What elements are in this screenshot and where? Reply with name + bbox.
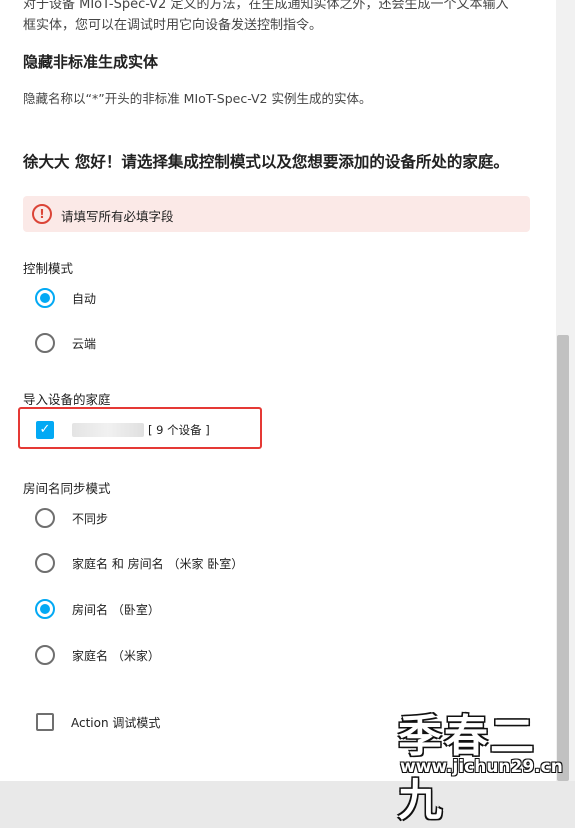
- checkbox-checked[interactable]: ✓: [36, 421, 54, 439]
- config-dialog: 对于设备 MIoT-Spec-V2 定义的方法，在生成通知实体之外，还会生成一个…: [0, 0, 556, 781]
- control-mode-option-cloud[interactable]: 云端: [35, 331, 96, 355]
- hide-section-title: 隐藏非标准生成实体: [23, 53, 159, 71]
- hide-section-description: 隐藏名称以“*”开头的非标准 MIoT-Spec-V2 实例生成的实体。: [23, 91, 372, 106]
- room-sync-option-home[interactable]: 家庭名 （米家）: [35, 643, 160, 667]
- home-import-label: 导入设备的家庭: [23, 392, 111, 407]
- room-sync-option-none[interactable]: 不同步: [35, 506, 108, 530]
- radio-button-checked[interactable]: [35, 599, 55, 619]
- radio-button[interactable]: [35, 645, 55, 665]
- radio-button[interactable]: [35, 553, 55, 573]
- greeting-heading: 徐大大 您好！请选择集成控制模式以及您想要添加的设备所处的家庭。: [23, 153, 509, 171]
- radio-button[interactable]: [35, 333, 55, 353]
- radio-button-checked[interactable]: [35, 288, 55, 308]
- action-debug-option[interactable]: Action 调试模式: [36, 710, 160, 734]
- option-label: 家庭名 和 房间名 （米家 卧室）: [72, 556, 244, 571]
- room-sync-label: 房间名同步模式: [23, 481, 111, 496]
- error-banner: ! 请填写所有必填字段: [23, 196, 530, 232]
- error-text: 请填写所有必填字段: [61, 209, 174, 224]
- room-sync-option-home-and-room[interactable]: 家庭名 和 房间名 （米家 卧室）: [35, 551, 243, 575]
- home-device-count: [ 9 个设备 ]: [148, 423, 210, 437]
- option-label: 家庭名 （米家）: [72, 648, 160, 663]
- control-mode-label: 控制模式: [23, 261, 74, 276]
- intro-text: 对于设备 MIoT-Spec-V2 定义的方法，在生成通知实体之外，还会生成一个…: [23, 0, 543, 36]
- option-label: 自动: [72, 291, 97, 306]
- option-label: 不同步: [72, 511, 109, 526]
- intro-line-2: 框实体，您可以在调试时用它向设备发送控制指令。: [23, 18, 323, 33]
- room-sync-option-room[interactable]: 房间名 （卧室）: [35, 597, 160, 621]
- option-label: 房间名 （卧室）: [72, 602, 160, 617]
- option-label: Action 调试模式: [71, 715, 161, 730]
- alert-circle-icon: !: [32, 204, 52, 224]
- scrollbar-thumb[interactable]: [557, 335, 569, 781]
- home-option[interactable]: ✓ [ 9 个设备 ]: [36, 418, 210, 442]
- checkbox[interactable]: [36, 713, 54, 731]
- control-mode-option-auto[interactable]: 自动: [35, 286, 96, 310]
- option-label: 云端: [72, 336, 97, 351]
- radio-button[interactable]: [35, 508, 55, 528]
- intro-line-1: 对于设备 MIoT-Spec-V2 定义的方法，在生成通知实体之外，还会生成一个…: [23, 0, 509, 12]
- blurred-home-name: [72, 423, 144, 437]
